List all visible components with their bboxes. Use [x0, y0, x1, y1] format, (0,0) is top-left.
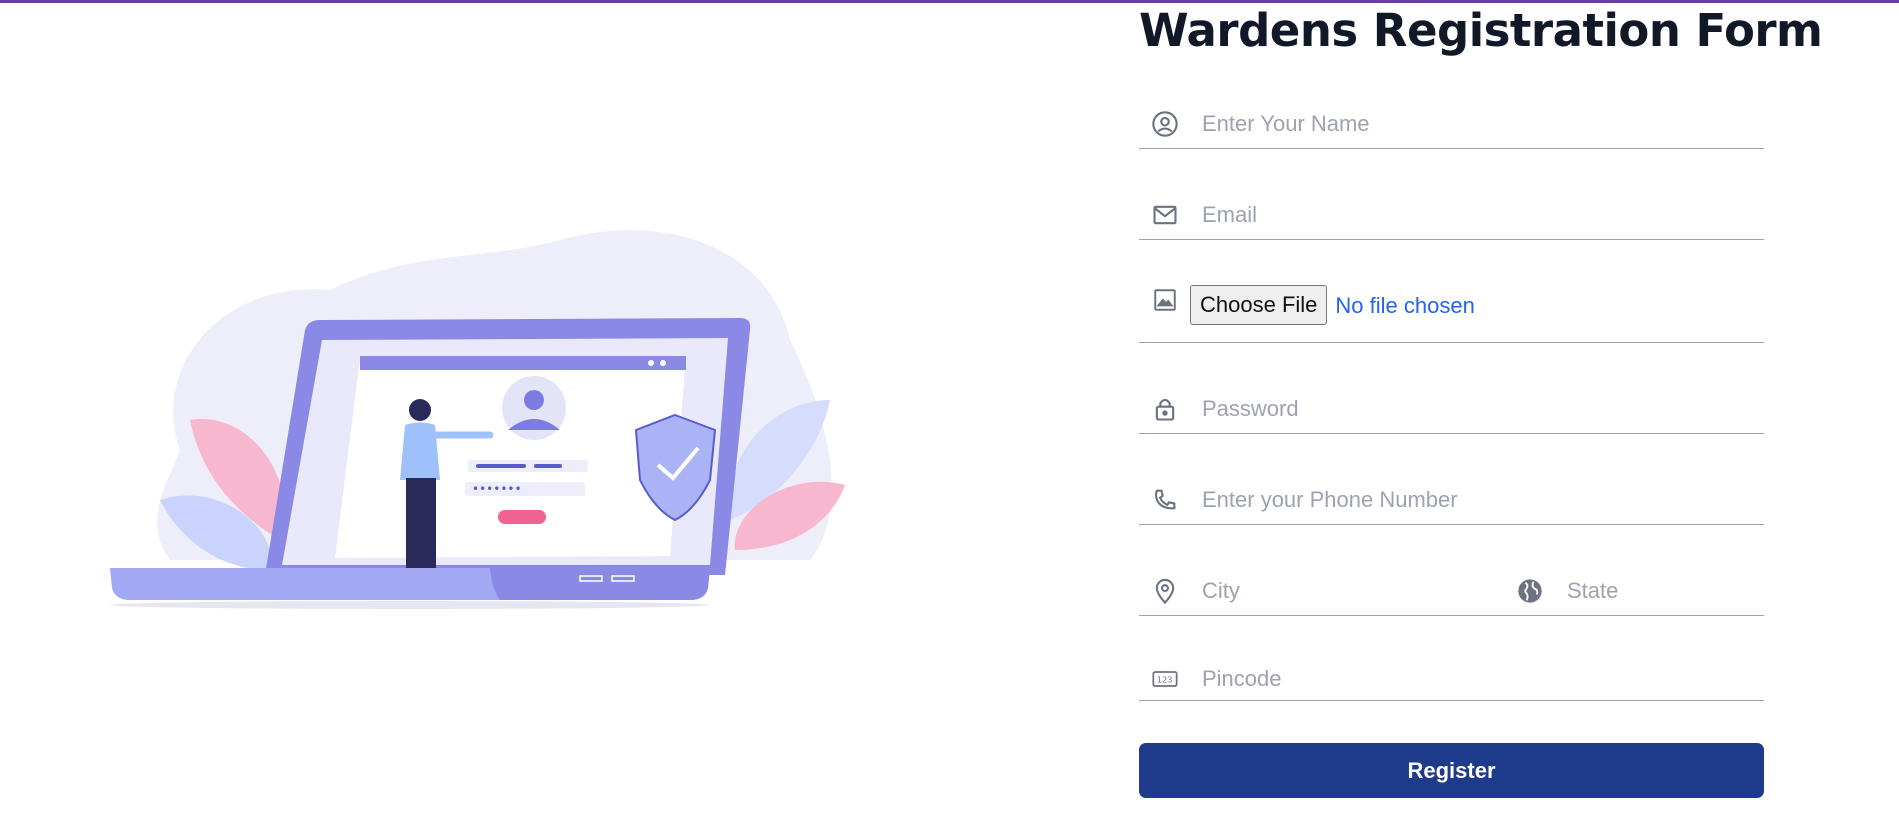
name-field-row [1139, 100, 1764, 149]
city-state-row [1139, 567, 1764, 616]
page-title: Wardens Registration Form [1139, 4, 1823, 57]
email-input[interactable] [1202, 202, 1722, 228]
location-pin-icon [1151, 577, 1179, 605]
email-field-row [1139, 191, 1764, 240]
state-field [1504, 567, 1764, 615]
login-illustration: ••••••• [110, 230, 845, 609]
phone-input[interactable] [1202, 487, 1722, 513]
envelope-icon [1151, 201, 1179, 229]
globe-icon [1516, 577, 1544, 605]
password-field-row [1139, 385, 1764, 434]
name-input[interactable] [1202, 111, 1722, 137]
numbers-123-icon: 123 [1151, 665, 1179, 693]
register-button[interactable]: Register [1139, 743, 1764, 798]
image-icon [1151, 286, 1179, 314]
password-input[interactable] [1202, 396, 1722, 422]
user-circle-icon [1151, 110, 1179, 138]
choose-file-button[interactable]: Choose File [1190, 285, 1328, 325]
svg-text:123: 123 [1157, 675, 1173, 685]
state-input[interactable] [1567, 578, 1747, 604]
city-input[interactable] [1202, 578, 1482, 604]
phone-icon [1151, 486, 1179, 514]
pincode-input[interactable] [1202, 666, 1722, 692]
file-field-row: Choose File No file chosen [1139, 282, 1764, 343]
city-field [1139, 567, 1499, 615]
pincode-field-row: 123 [1139, 658, 1764, 701]
phone-field-row [1139, 476, 1764, 525]
svg-text:•••••••: ••••••• [472, 482, 522, 496]
file-status-text: No file chosen [1335, 293, 1475, 318]
lock-icon [1151, 395, 1179, 423]
top-accent-border [0, 0, 1899, 3]
